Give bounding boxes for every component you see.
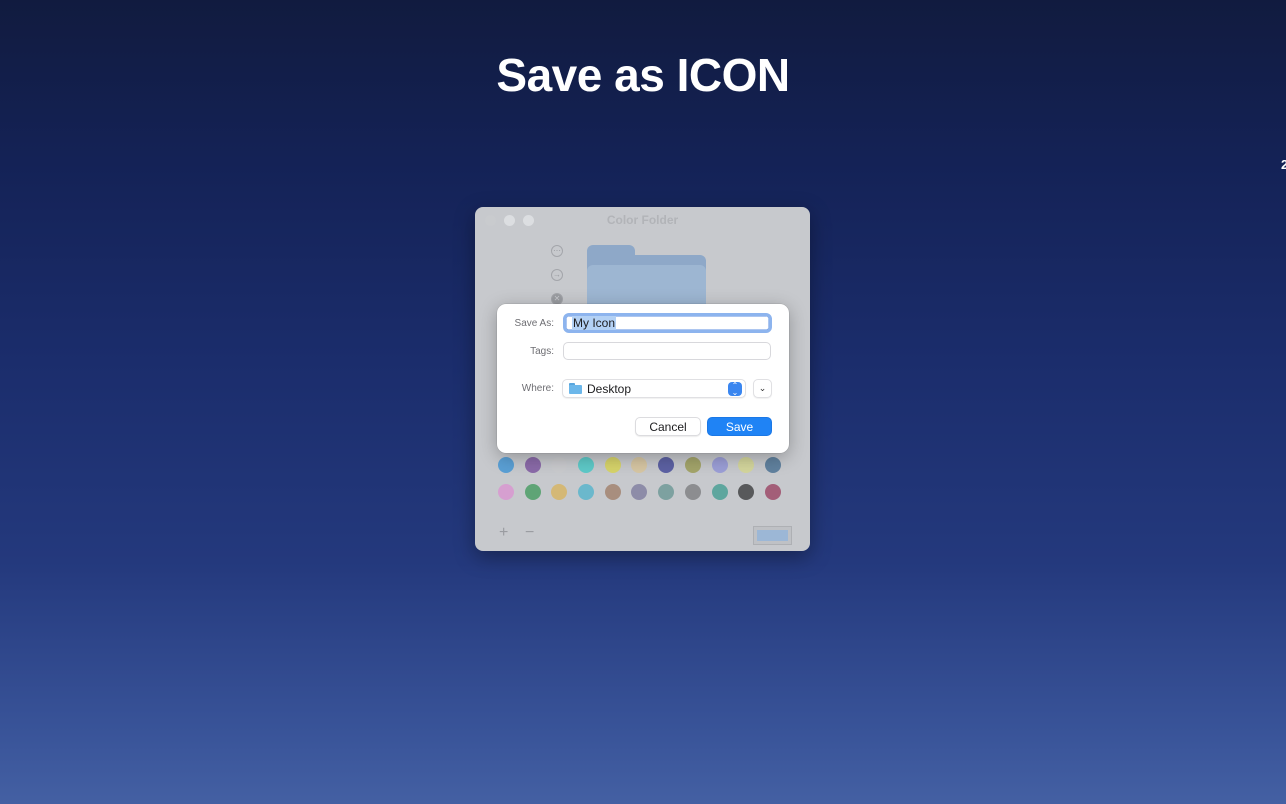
save-dialog: Save As: My Icon Tags: Where: Desktop ⌃ … xyxy=(497,304,789,453)
expand-button[interactable]: ⌄ xyxy=(753,379,772,398)
where-value: Desktop xyxy=(587,381,632,396)
color-swatch[interactable] xyxy=(524,457,541,473)
color-swatch[interactable] xyxy=(658,484,675,500)
color-well[interactable] xyxy=(753,526,792,545)
color-swatch[interactable] xyxy=(684,484,701,500)
color-swatch[interactable] xyxy=(498,457,514,473)
color-swatch[interactable] xyxy=(578,484,595,500)
remove-color-button[interactable]: − xyxy=(525,525,534,541)
color-swatch[interactable] xyxy=(711,457,728,473)
color-swatch[interactable] xyxy=(551,457,568,473)
tags-input[interactable] xyxy=(563,342,771,360)
color-swatch[interactable] xyxy=(764,457,781,473)
arrow-right-circle-icon[interactable]: → xyxy=(551,269,563,281)
up-down-chevron-icon: ⌃ ⌄ xyxy=(728,382,742,397)
where-label: Where: xyxy=(521,383,554,394)
color-swatch[interactable] xyxy=(551,484,568,500)
ellipsis-circle-icon[interactable]: ⋯ xyxy=(551,245,563,257)
window-title: Color Folder xyxy=(606,213,679,227)
color-swatch[interactable] xyxy=(764,484,781,500)
color-swatch[interactable] xyxy=(658,457,675,473)
color-swatch[interactable] xyxy=(578,457,595,473)
chevron-down-icon: ⌄ xyxy=(758,383,767,393)
color-swatch[interactable] xyxy=(604,457,621,473)
page-title: Save as ICON xyxy=(496,49,790,101)
color-swatch[interactable] xyxy=(524,484,541,500)
color-swatch[interactable] xyxy=(631,484,648,500)
color-swatch[interactable] xyxy=(684,457,701,473)
cancel-button[interactable]: Cancel xyxy=(635,417,701,436)
color-swatch[interactable] xyxy=(738,484,755,500)
folder-icon xyxy=(569,383,582,394)
where-popup-button[interactable]: Desktop ⌃ ⌄ xyxy=(562,379,746,398)
color-swatch-grid xyxy=(498,457,790,500)
edge-text: 2 xyxy=(1281,157,1286,172)
save-button[interactable]: Save xyxy=(707,417,772,436)
color-swatch[interactable] xyxy=(738,457,755,473)
tags-label: Tags: xyxy=(530,346,554,357)
color-swatch[interactable] xyxy=(604,484,621,500)
color-swatch[interactable] xyxy=(498,484,514,500)
save-as-input[interactable]: My Icon xyxy=(563,313,772,333)
save-as-value: My Icon xyxy=(572,316,617,330)
add-color-button[interactable]: + xyxy=(499,525,508,541)
save-as-label: Save As: xyxy=(514,318,554,329)
color-swatch[interactable] xyxy=(711,484,728,500)
color-swatch[interactable] xyxy=(631,457,648,473)
